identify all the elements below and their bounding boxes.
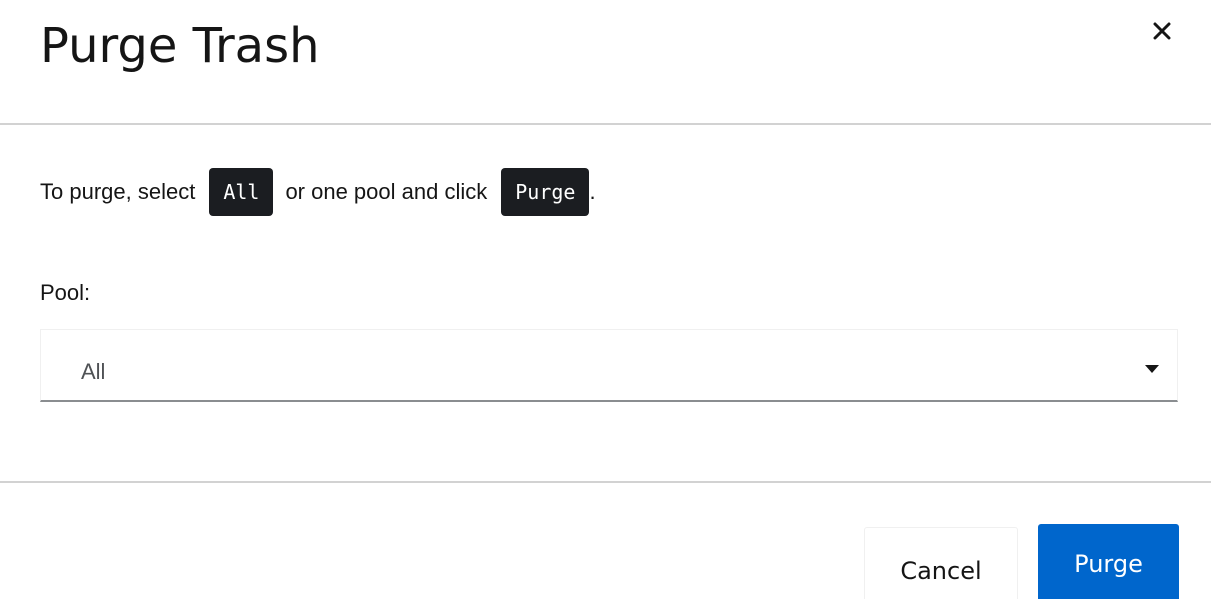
dialog-title: Purge Trash	[40, 18, 320, 74]
pool-label: Pool:	[40, 280, 91, 305]
purge-instructions: To purge, select All or one pool and cli…	[40, 167, 596, 217]
caret-down-icon	[1145, 365, 1159, 373]
pool-select-value: All	[81, 359, 106, 384]
dialog-footer: Cancel Purge	[0, 483, 1211, 599]
instruction-prefix: To purge, select	[40, 179, 196, 204]
cancel-button-label: Cancel	[900, 557, 982, 585]
close-button[interactable]	[1140, 10, 1184, 54]
dialog-header: Purge Trash	[0, 0, 1211, 125]
pool-select[interactable]: All	[40, 329, 1178, 402]
close-icon	[1153, 22, 1171, 43]
instruction-suffix: .	[589, 179, 596, 204]
code-chip-all: All	[209, 168, 274, 216]
dialog-body: To purge, select All or one pool and cli…	[0, 125, 1211, 483]
purge-button[interactable]: Purge	[1038, 524, 1179, 599]
purge-trash-dialog: Purge Trash To purge, select All or one …	[0, 0, 1211, 599]
instruction-middle: or one pool and click	[285, 179, 488, 204]
code-chip-purge: Purge	[501, 168, 590, 216]
cancel-button[interactable]: Cancel	[864, 527, 1018, 599]
purge-button-label: Purge	[1074, 550, 1143, 578]
